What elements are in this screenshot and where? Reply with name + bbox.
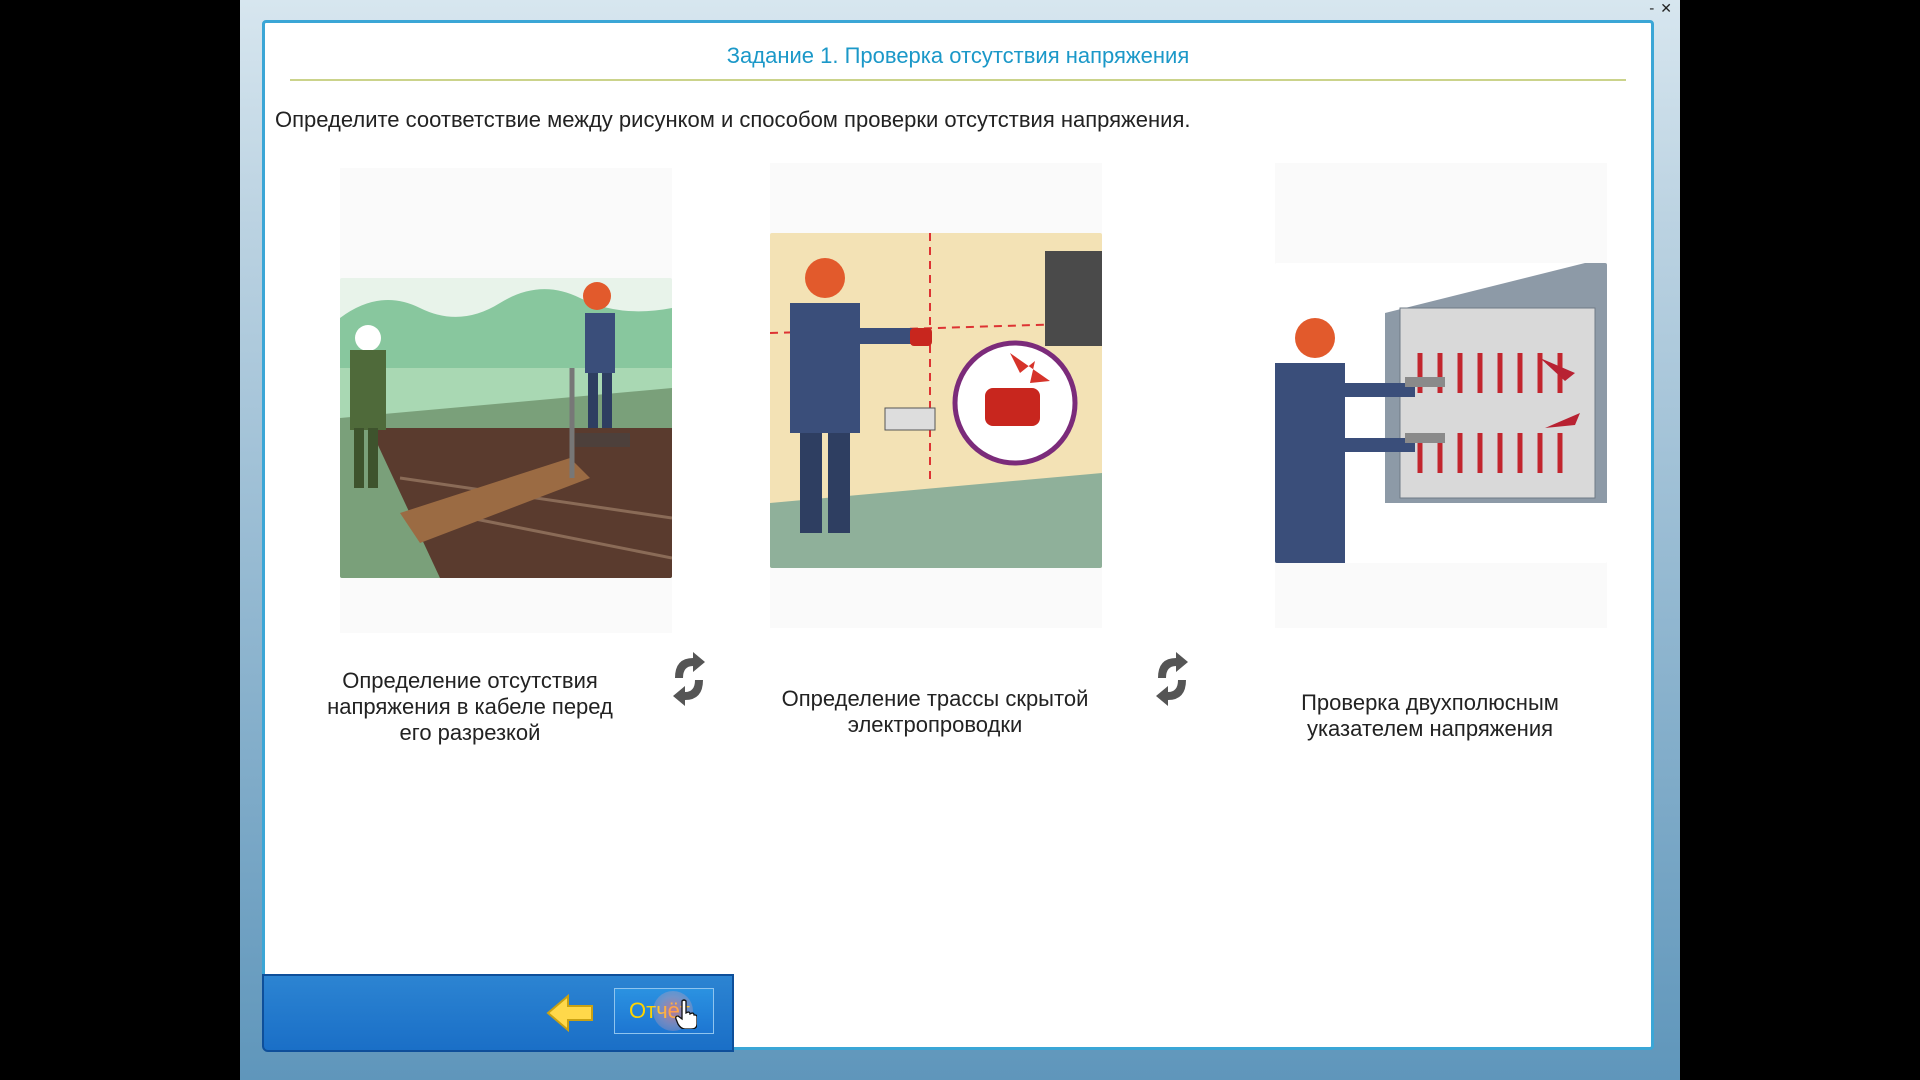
electrical-panel-tester-illustration [1275, 263, 1607, 563]
task-title: Задание 1. Проверка отсутствия напряжени… [726, 43, 1190, 68]
window-controls: - ✕ [1649, 0, 1672, 18]
hidden-wiring-detector-illustration [770, 233, 1102, 568]
swap-captions-1-2-button[interactable] [665, 648, 713, 710]
caption-2-line-1: Определение трассы скрытой [781, 686, 1089, 711]
caption-2-line-2: электропроводки [847, 712, 1023, 737]
app-frame: - ✕ Задание 1. Проверка отсутствия напря… [240, 0, 1680, 1080]
caption-1-line-1: Определение отсутствия [342, 668, 598, 693]
report-button-label: Отчёт [629, 998, 690, 1023]
caption-1-line-2: напряжения в кабеле перед [327, 694, 613, 719]
caption-2[interactable]: Определение трассы скрытой электропровод… [755, 686, 1115, 738]
caption-3-line-2: указателем напряжения [1306, 716, 1554, 741]
task-instruction: Определите соответствие между рисунком и… [275, 107, 1191, 132]
minimize-button[interactable]: - [1649, 0, 1654, 18]
hidden-wiring-icon [770, 233, 1102, 568]
close-button[interactable]: ✕ [1660, 0, 1672, 18]
swap-icon [673, 652, 705, 706]
content-panel: Задание 1. Проверка отсутствия напряжени… [262, 20, 1654, 1050]
cable-trench-illustration [340, 278, 672, 578]
report-button[interactable]: Отчёт [614, 988, 714, 1034]
image-card-1[interactable] [340, 168, 672, 633]
panel-tester-icon [1275, 263, 1607, 563]
swap-captions-2-3-button[interactable] [1148, 648, 1196, 710]
back-button[interactable] [544, 992, 596, 1034]
caption-3[interactable]: Проверка двухполюсным указателем напряже… [1250, 690, 1610, 742]
caption-1-line-3: его разрезкой [399, 720, 541, 745]
swap-icon [1156, 652, 1188, 706]
caption-1[interactable]: Определение отсутствия напряжения в кабе… [290, 668, 650, 746]
bottom-navigation-bar: Отчёт [262, 974, 734, 1052]
caption-3-line-1: Проверка двухполюсным [1301, 690, 1559, 715]
arrow-left-icon [546, 994, 593, 1032]
image-card-2[interactable] [770, 163, 1102, 628]
image-card-3[interactable] [1275, 163, 1607, 628]
cable-trench-icon [340, 278, 672, 578]
title-divider [290, 79, 1626, 81]
